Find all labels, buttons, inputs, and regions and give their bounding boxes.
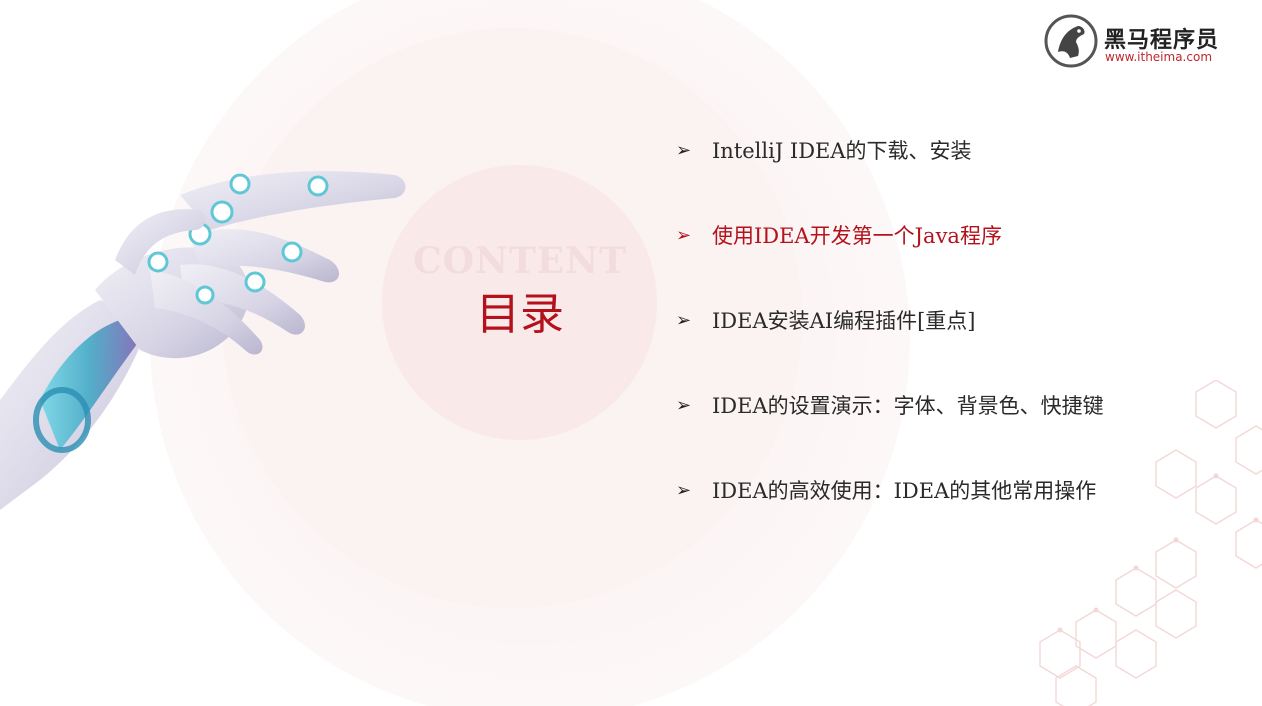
arrow-bullet-icon: ➢: [676, 224, 692, 246]
contents-item-label: IntelliJ IDEA的下载、安装: [712, 139, 972, 163]
slide: 黑马程序员 www.itheima.com CONTENT 目录 ➢ Intel…: [0, 0, 1262, 706]
brand-url[interactable]: www.itheima.com: [1105, 50, 1212, 64]
contents-item-label: IDEA安装AI编程插件[重点]: [712, 309, 976, 333]
contents-item-label: 使用IDEA开发第一个Java程序: [712, 224, 1002, 248]
robot-hand-illustration: [0, 171, 406, 510]
arrow-bullet-icon: ➢: [676, 139, 692, 161]
brand-logo: 黑马程序员 www.itheima.com: [1044, 14, 1234, 70]
contents-item-1[interactable]: ➢ IntelliJ IDEA的下载、安装: [676, 130, 1216, 170]
horse-head-logo-icon: [1044, 14, 1098, 68]
arrow-bullet-icon: ➢: [676, 309, 692, 331]
arrow-bullet-icon: ➢: [676, 479, 692, 501]
contents-item-5[interactable]: ➢ IDEA的高效使用：IDEA的其他常用操作: [676, 470, 1216, 510]
hexagon-pattern-decoration: [1039, 380, 1262, 706]
arrow-bullet-icon: ➢: [676, 394, 692, 416]
contents-item-3[interactable]: ➢ IDEA安装AI编程插件[重点]: [676, 300, 1216, 340]
contents-item-2[interactable]: ➢ 使用IDEA开发第一个Java程序: [676, 215, 1216, 255]
contents-item-4[interactable]: ➢ IDEA的设置演示：字体、背景色、快捷键: [676, 385, 1216, 425]
contents-item-label: IDEA的设置演示：字体、背景色、快捷键: [712, 394, 1104, 418]
contents-item-label: IDEA的高效使用：IDEA的其他常用操作: [712, 479, 1097, 503]
content-heading-chinese: 目录: [476, 289, 564, 340]
content-heading-english: CONTENT: [413, 240, 627, 282]
